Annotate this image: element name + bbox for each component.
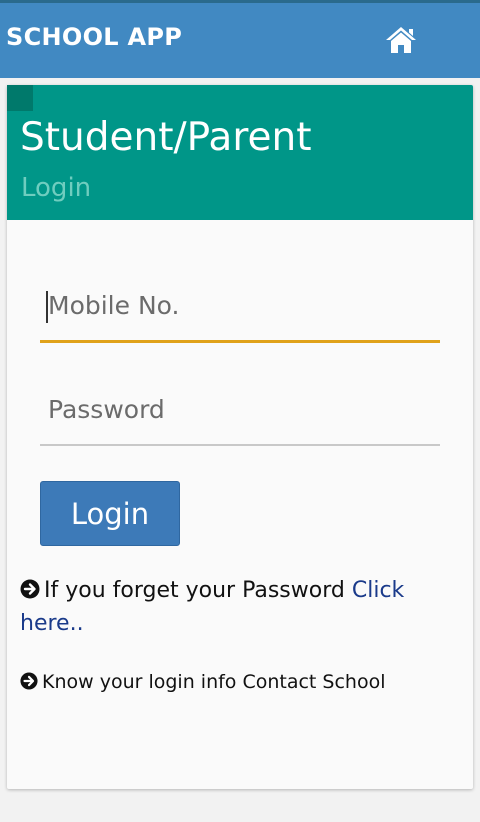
arrow-circle-right-icon bbox=[20, 579, 40, 599]
mobile-input-underline bbox=[40, 340, 440, 343]
login-button[interactable]: Login bbox=[40, 481, 180, 546]
app-title: SCHOOL APP bbox=[6, 23, 183, 51]
text-caret bbox=[46, 291, 48, 323]
password-input-underline bbox=[40, 444, 440, 446]
mobile-input[interactable] bbox=[40, 283, 440, 327]
card-title: Student/Parent bbox=[20, 115, 312, 160]
top-app-bar: SCHOOL APP bbox=[0, 0, 480, 78]
forgot-password-line: If you forget your Password Click here.. bbox=[20, 574, 460, 640]
forgot-password-text: If you forget your Password bbox=[44, 578, 345, 603]
home-icon[interactable] bbox=[384, 25, 418, 55]
header-corner-accent bbox=[7, 85, 33, 111]
login-card: Student/Parent Login Login If you forget… bbox=[7, 85, 473, 789]
contact-school-text: Know your login info Contact School bbox=[42, 671, 386, 693]
password-input[interactable] bbox=[40, 387, 440, 431]
card-subtitle: Login bbox=[21, 173, 92, 203]
contact-school-line: Know your login info Contact School bbox=[20, 668, 460, 696]
card-header: Student/Parent Login bbox=[7, 85, 473, 220]
arrow-circle-right-icon bbox=[20, 672, 38, 690]
